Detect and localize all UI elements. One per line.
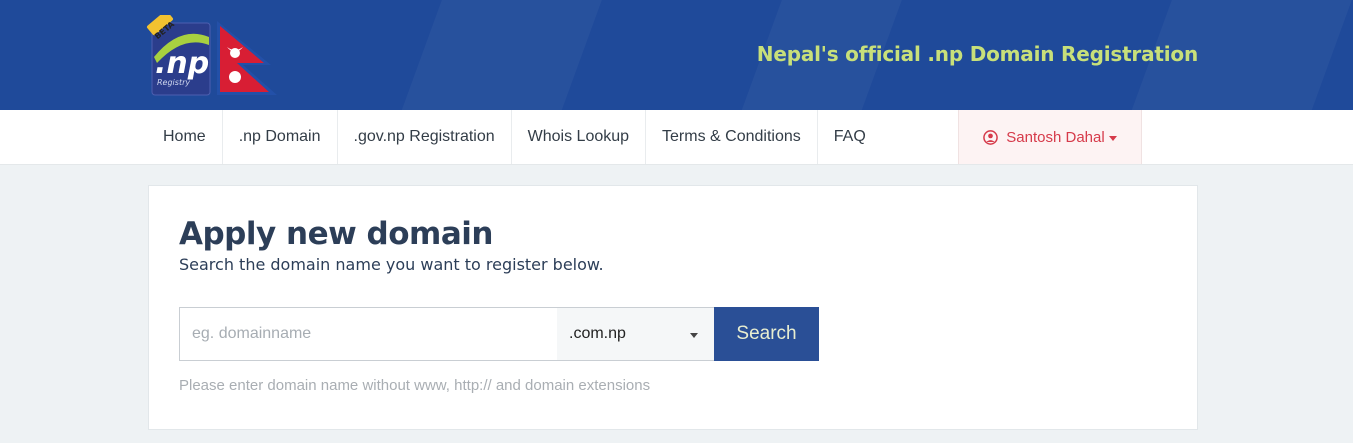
site-tagline: Nepal's official .np Domain Registration bbox=[756, 42, 1198, 66]
chevron-down-icon bbox=[1108, 135, 1117, 141]
nav-np-domain[interactable]: .np Domain bbox=[223, 110, 338, 164]
nav-whois-lookup[interactable]: Whois Lookup bbox=[512, 110, 647, 164]
user-menu-dropdown[interactable]: Santosh Dahal bbox=[958, 110, 1142, 164]
apply-domain-card: Apply new domain Search the domain name … bbox=[148, 185, 1198, 430]
dropdown-arrow-icon bbox=[690, 333, 698, 338]
user-name: Santosh Dahal bbox=[1006, 128, 1105, 146]
nav-terms-conditions[interactable]: Terms & Conditions bbox=[646, 110, 818, 164]
main-navbar: Home .np Domain .gov.np Registration Who… bbox=[0, 110, 1353, 165]
np-registry-logo[interactable]: BETA .np Registry bbox=[145, 15, 285, 97]
selected-extension: .com.np bbox=[569, 325, 626, 342]
page-subtitle: Search the domain name you want to regis… bbox=[179, 255, 604, 274]
domain-search-input[interactable] bbox=[179, 307, 557, 361]
search-hint: Please enter domain name without www, ht… bbox=[179, 377, 651, 394]
domain-extension-select[interactable]: .com.np bbox=[557, 307, 714, 361]
nav-faq[interactable]: FAQ bbox=[818, 110, 882, 164]
user-circle-icon bbox=[983, 129, 999, 145]
header-banner: BETA .np Registry Nepal's official .np D… bbox=[0, 0, 1353, 110]
search-button[interactable]: Search bbox=[714, 307, 819, 361]
nav-gov-np-registration[interactable]: .gov.np Registration bbox=[338, 110, 512, 164]
logo-registry-text: Registry bbox=[157, 78, 190, 87]
nav-home[interactable]: Home bbox=[148, 110, 223, 164]
page-title: Apply new domain bbox=[179, 216, 493, 252]
nepal-flag-icon bbox=[217, 21, 277, 95]
domain-search-form: .com.np Search bbox=[179, 307, 819, 361]
logo-np-text: .np bbox=[155, 46, 209, 81]
